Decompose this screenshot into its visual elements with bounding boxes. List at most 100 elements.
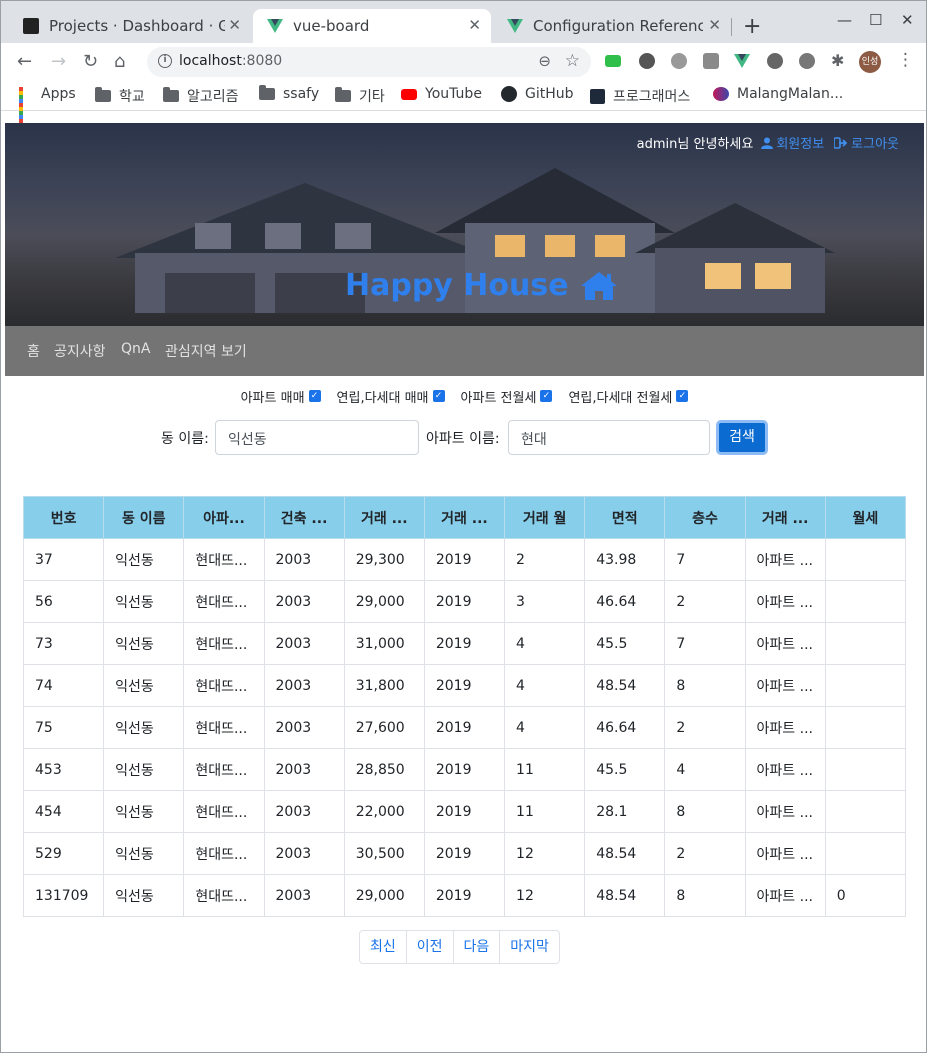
table-row[interactable]: 454 익선동 현대뜨... 2003 22,000 2019 11 28.1 8 아파트 ... xyxy=(22,790,907,833)
back-icon[interactable]: ← xyxy=(17,51,32,72)
close-icon[interactable]: ✕ xyxy=(228,16,241,34)
bookmark-folder[interactable]: ssafy xyxy=(259,85,319,102)
checkbox[interactable]: ✓ xyxy=(432,390,445,402)
nav-qna[interactable]: QnA xyxy=(121,341,150,357)
tab-projects[interactable]: Projects · Dashboard · Giti ✕ xyxy=(9,9,251,43)
tab-strip: Projects · Dashboard · Giti ✕ vue-board … xyxy=(1,1,926,43)
page-first[interactable]: 최신 xyxy=(360,931,406,963)
bookmark-folder[interactable]: 학교 xyxy=(95,86,145,106)
table-cell: 2003 xyxy=(263,622,345,665)
bookmark-programmers[interactable]: 프로그래머스 xyxy=(590,86,690,106)
checkbox[interactable]: ✓ xyxy=(676,390,689,402)
url-text[interactable]: localhost:8080 xyxy=(179,53,282,69)
col-header[interactable]: 아파... xyxy=(183,496,265,539)
bookmark-apps[interactable]: Apps xyxy=(19,86,76,123)
home-icon[interactable]: ⌂ xyxy=(114,51,125,72)
hero-banner: admin님 안녕하세요 회원정보 로그아웃 Happy House xyxy=(5,123,924,326)
table-cell: 현대뜨... xyxy=(183,832,265,875)
search-button[interactable]: 검색 xyxy=(716,420,768,455)
table-cell: 28.1 xyxy=(584,790,666,833)
extension-ac-icon[interactable] xyxy=(605,55,621,67)
zoom-icon[interactable]: ⊖ xyxy=(538,52,551,70)
checkbox[interactable]: ✓ xyxy=(308,390,321,402)
table-cell: 12 xyxy=(504,874,586,917)
page-next[interactable]: 다음 xyxy=(452,931,500,963)
nav-home[interactable]: 홈 xyxy=(27,341,40,361)
apt-input[interactable]: 현대 xyxy=(508,420,710,455)
table-cell: 현대뜨... xyxy=(183,622,265,665)
maximize-icon[interactable]: ☐ xyxy=(869,11,882,29)
table-row[interactable]: 37 익선동 현대뜨... 2003 29,300 2019 2 43.98 7 아파트 ... xyxy=(22,538,907,581)
table-row[interactable]: 74 익선동 현대뜨... 2003 31,800 2019 4 48.54 8 아파트 ... xyxy=(22,664,907,707)
extension-icon[interactable] xyxy=(671,53,687,69)
table-cell: 현대뜨... xyxy=(183,706,265,749)
bookmark-malang[interactable]: MalangMalan... xyxy=(713,86,843,102)
forward-icon[interactable]: → xyxy=(51,51,66,72)
info-icon[interactable]: i xyxy=(158,54,172,68)
address-bar[interactable]: i localhost:8080 ⊖ ☆ xyxy=(147,47,591,77)
nav-interest-area[interactable]: 관심지역 보기 xyxy=(165,341,247,361)
extension-icon[interactable] xyxy=(799,53,815,69)
table-cell: 2003 xyxy=(263,832,345,875)
table-cell: 37 xyxy=(22,538,105,581)
new-tab-icon[interactable]: + xyxy=(743,14,761,39)
tab-configuration[interactable]: Configuration Reference ✕ xyxy=(493,9,731,43)
table-row[interactable]: 529 익선동 현대뜨... 2003 30,500 2019 12 48.54 2 아파트 ..… xyxy=(22,832,907,875)
col-header[interactable]: 거래 월 xyxy=(504,496,586,539)
vue-devtools-icon[interactable] xyxy=(734,53,750,69)
table-cell: 48.54 xyxy=(584,664,666,707)
col-header[interactable]: 층수 xyxy=(664,496,746,539)
filter-apt-sale[interactable]: 아파트 매매 ✓ xyxy=(241,385,321,407)
close-icon[interactable]: ✕ xyxy=(468,16,481,34)
col-header[interactable]: 면적 xyxy=(584,496,666,539)
table-cell: 29,000 xyxy=(343,580,425,623)
bookmark-github[interactable]: GitHub xyxy=(501,86,574,102)
nav-notice[interactable]: 공지사항 xyxy=(54,341,106,361)
star-icon[interactable]: ☆ xyxy=(565,51,580,71)
col-header[interactable]: 거래 ... xyxy=(423,496,506,539)
col-header[interactable]: 거래 ... xyxy=(343,496,425,539)
bookmark-youtube[interactable]: YouTube xyxy=(401,86,482,102)
col-header[interactable]: 건축 ... xyxy=(263,496,345,539)
table-row[interactable]: 73 익선동 현대뜨... 2003 31,000 2019 4 45.5 7 아파트 ... xyxy=(22,622,907,665)
youtube-icon xyxy=(401,88,417,100)
puzzle-icon[interactable]: ✱ xyxy=(831,51,847,70)
table-row[interactable]: 75 익선동 현대뜨... 2003 27,600 2019 4 46.64 2 아파트 ... xyxy=(22,706,907,749)
col-header[interactable]: 번호 xyxy=(22,496,105,539)
filter-villa-sale[interactable]: 연립,다세대 매매 ✓ xyxy=(337,385,445,407)
logout-link[interactable]: 로그아웃 xyxy=(834,133,899,152)
tab-vue-board[interactable]: vue-board ✕ xyxy=(253,9,491,43)
table-row[interactable]: 131709 익선동 현대뜨... 2003 29,000 2019 12 48.54 8 아파트… xyxy=(22,874,907,917)
checkbox[interactable]: ✓ xyxy=(540,390,553,402)
logout-label: 로그아웃 xyxy=(851,137,899,152)
brand-logo[interactable]: Happy House xyxy=(345,268,619,303)
page-prev[interactable]: 이전 xyxy=(405,931,453,963)
page-last[interactable]: 마지막 xyxy=(499,931,559,963)
avatar[interactable]: 인성 xyxy=(859,51,881,73)
menu-icon[interactable]: ⋮ xyxy=(897,50,914,70)
col-header[interactable]: 거래 ... xyxy=(744,496,826,539)
minimize-icon[interactable]: — xyxy=(837,11,852,29)
table-cell: 아파트 ... xyxy=(744,790,826,833)
reload-icon[interactable]: ↻ xyxy=(83,51,98,72)
col-header[interactable]: 동 이름 xyxy=(103,496,185,539)
folder-icon xyxy=(335,87,351,102)
bookmark-folder[interactable]: 알고리즘 xyxy=(163,86,239,106)
table-cell: 2019 xyxy=(423,664,506,707)
table-row[interactable]: 453 익선동 현대뜨... 2003 28,850 2019 11 45.5 4 아파트 ... xyxy=(22,748,907,791)
table-cell: 아파트 ... xyxy=(744,622,826,665)
close-window-icon[interactable]: ✕ xyxy=(901,11,914,29)
dong-input[interactable]: 익선동 xyxy=(215,420,419,455)
extension-shield-icon[interactable] xyxy=(703,53,719,69)
table-row[interactable]: 56 익선동 현대뜨... 2003 29,000 2019 3 46.64 2 아파트 ... xyxy=(22,580,907,623)
table-cell: 43.98 xyxy=(584,538,666,581)
extension-icon[interactable] xyxy=(767,53,783,69)
extension-icon[interactable] xyxy=(639,53,655,69)
close-icon[interactable]: ✕ xyxy=(708,16,721,34)
bookmark-folder[interactable]: 기타 xyxy=(335,86,385,106)
member-info-link[interactable]: 회원정보 xyxy=(761,133,824,152)
filter-apt-rent[interactable]: 아파트 전월세 ✓ xyxy=(461,385,553,407)
col-header[interactable]: 월세 xyxy=(824,496,907,539)
greeting-text: admin님 안녕하세요 xyxy=(636,137,754,152)
filter-villa-rent[interactable]: 연립,다세대 전월세 ✓ xyxy=(568,385,689,407)
